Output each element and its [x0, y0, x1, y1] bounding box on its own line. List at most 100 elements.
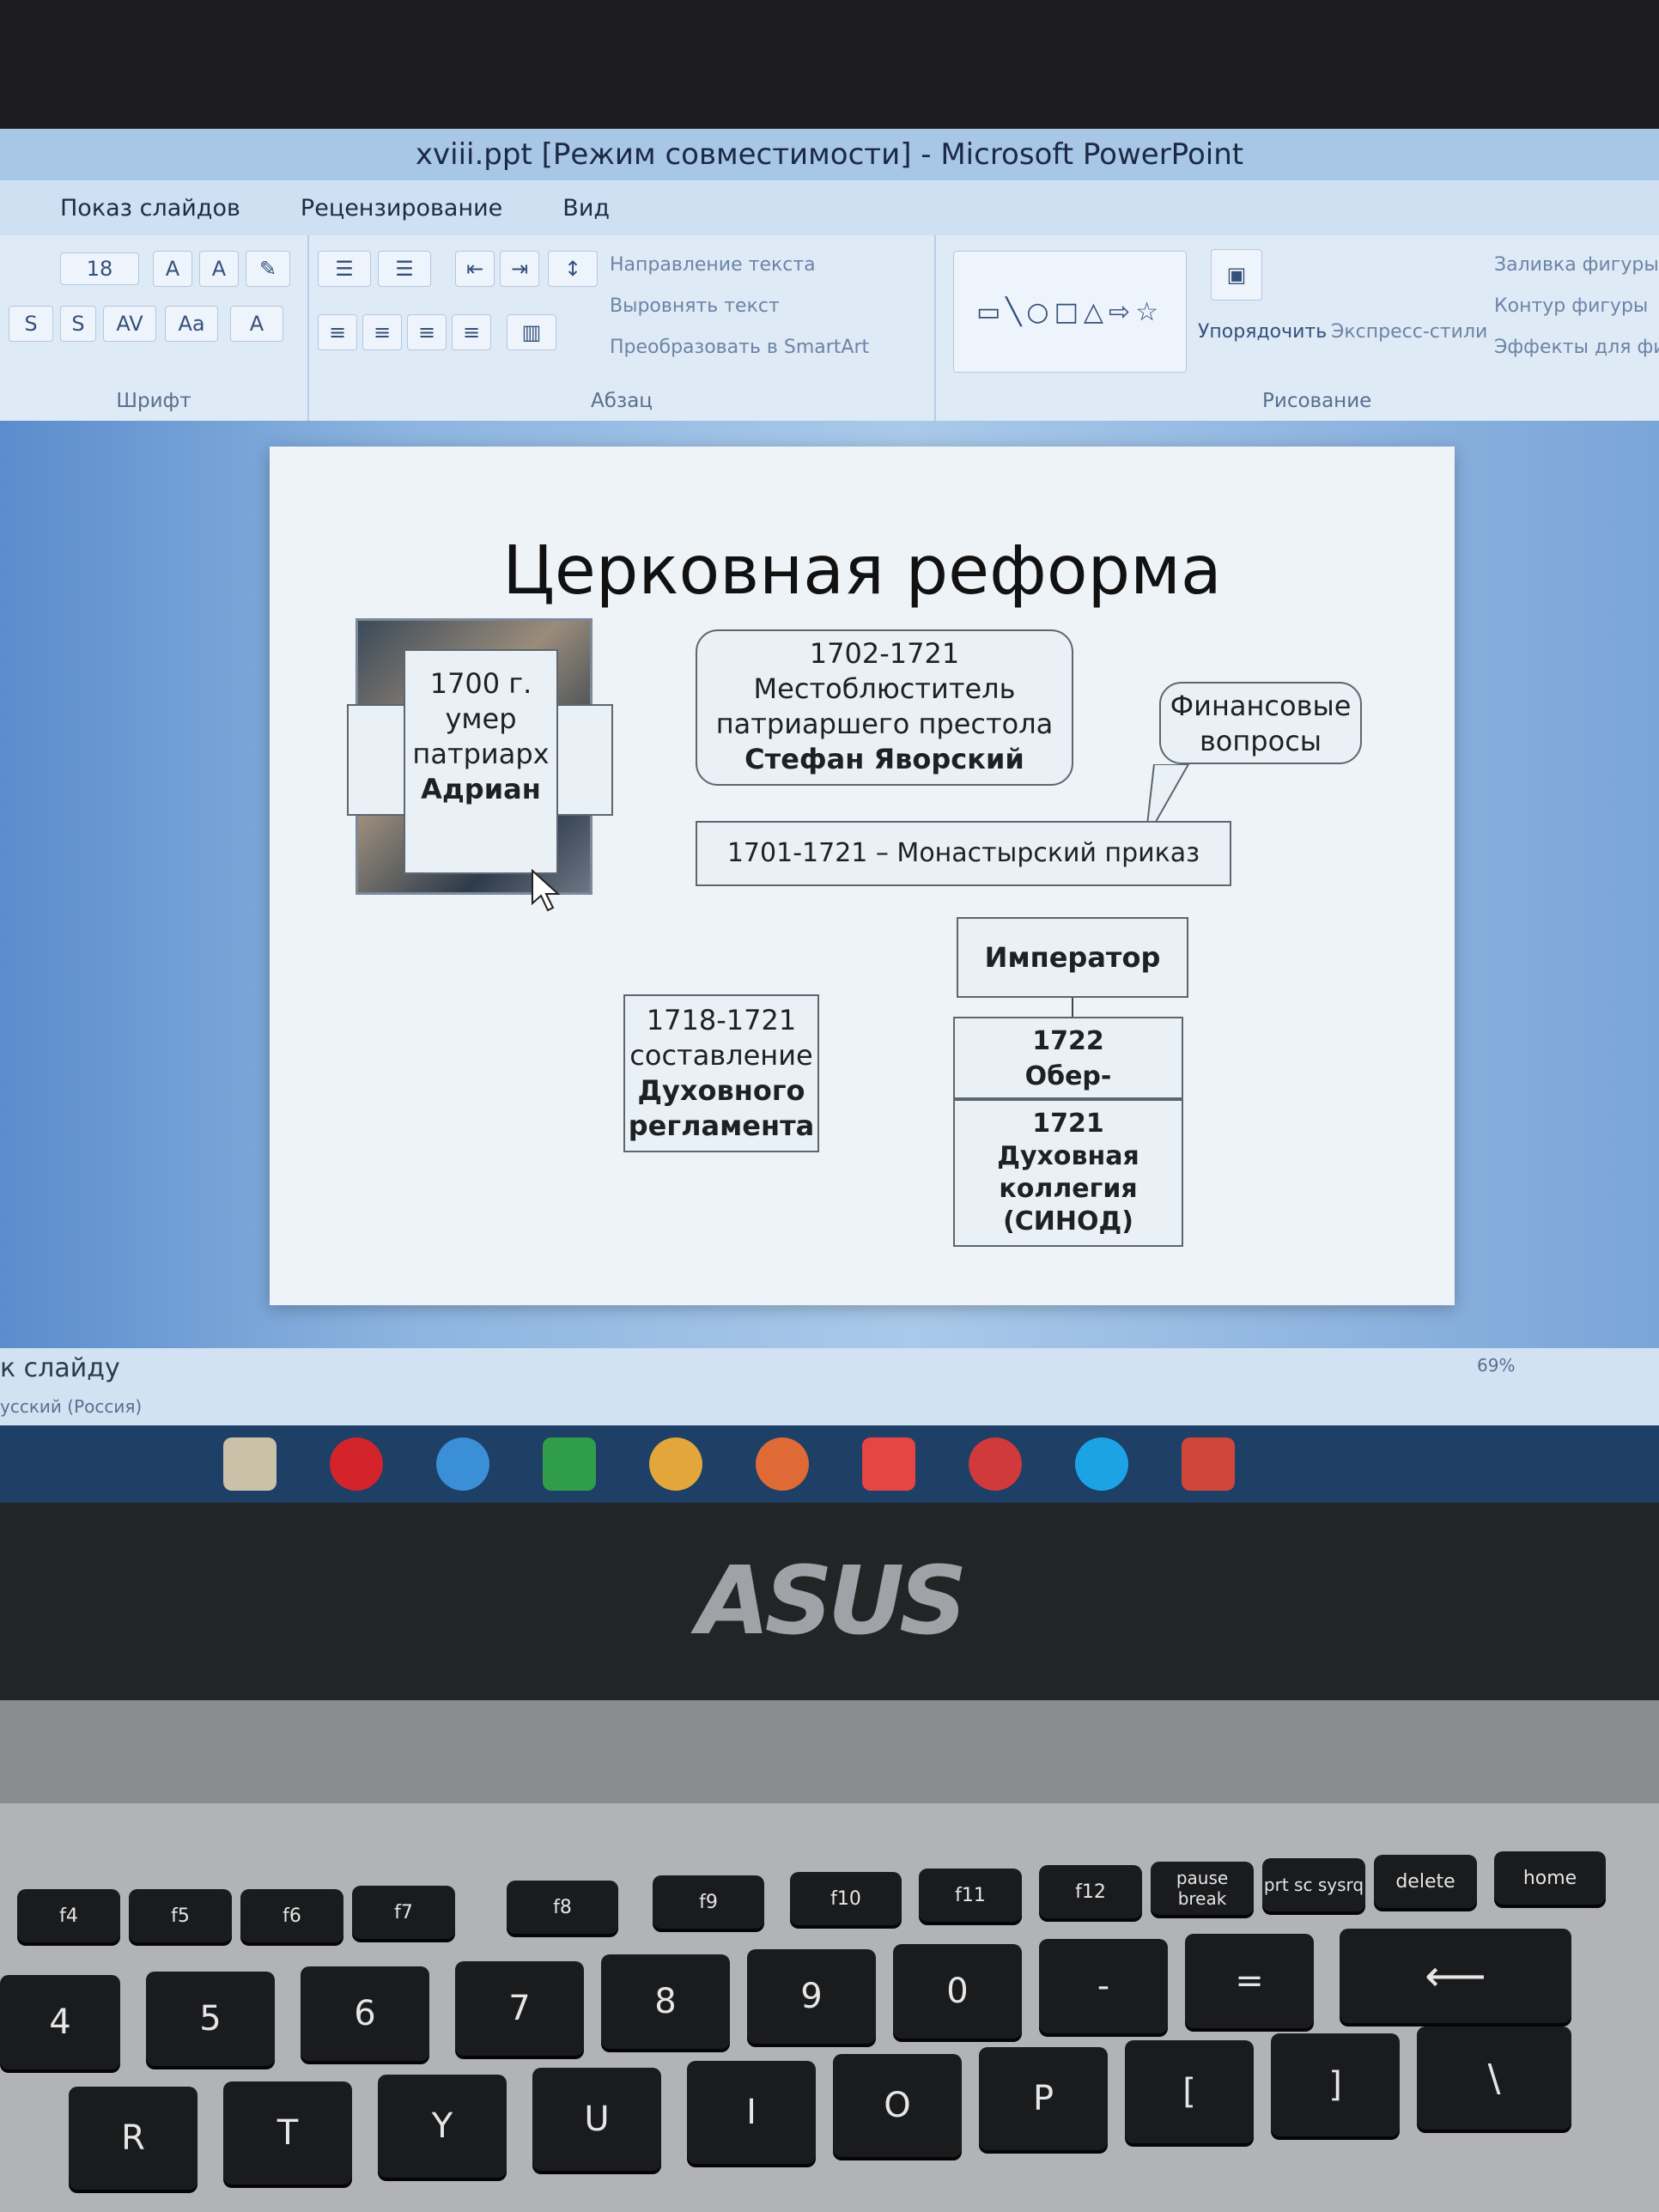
- text-direction-button[interactable]: Направление текста: [610, 254, 816, 276]
- align-right-icon[interactable]: ≡: [407, 314, 447, 350]
- shape-effects-button[interactable]: Эффекты для фигуры: [1494, 337, 1659, 358]
- key-equals[interactable]: =: [1185, 1934, 1314, 2028]
- key-6[interactable]: 6: [301, 1966, 429, 2061]
- key-prtsc[interactable]: prt sc sysrq: [1262, 1858, 1365, 1911]
- shape-outline-button[interactable]: Контур фигуры: [1494, 295, 1648, 317]
- line-spacing-icon[interactable]: ↕: [548, 251, 598, 287]
- key-f8[interactable]: f8: [507, 1881, 618, 1934]
- font-size-select[interactable]: 18: [60, 252, 139, 285]
- adrian-line-4: Адриан: [421, 773, 541, 805]
- key-f10[interactable]: f10: [790, 1872, 902, 1925]
- decrease-indent-icon[interactable]: ⇤: [455, 251, 495, 287]
- key-7[interactable]: 7: [455, 1961, 584, 2056]
- grow-font-button[interactable]: A: [153, 251, 192, 287]
- key-r[interactable]: R: [69, 2087, 198, 2190]
- justify-icon[interactable]: ≡: [452, 314, 491, 350]
- arrange-button[interactable]: Упорядочить: [1198, 321, 1327, 343]
- key-y[interactable]: Y: [378, 2075, 507, 2178]
- file-explorer-icon[interactable]: [223, 1437, 276, 1491]
- key-p[interactable]: P: [979, 2047, 1108, 2150]
- adrian-box[interactable]: 1700 г. умер патриарх Адриан: [404, 649, 558, 874]
- key-i[interactable]: I: [687, 2061, 816, 2164]
- key-0[interactable]: 0: [893, 1944, 1022, 2039]
- quick-styles-button[interactable]: Экспресс-стили: [1331, 321, 1487, 343]
- reglament-line-4: регламента: [628, 1109, 815, 1142]
- emperor-box[interactable]: Император: [957, 917, 1188, 998]
- menu-bar: Показ слайдов Рецензирование Вид: [0, 180, 1659, 235]
- key-f5[interactable]: f5: [129, 1889, 232, 1942]
- reglament-box[interactable]: 1718-1721 составление Духовного регламен…: [623, 994, 819, 1152]
- yavorsky-box[interactable]: 1702-1721 Местоблюститель патриаршего пр…: [696, 629, 1073, 786]
- window-title: xviii.ppt [Режим совместимости] - Micros…: [0, 129, 1659, 180]
- char-spacing-button[interactable]: AV: [103, 306, 156, 342]
- key-bracket-left[interactable]: [: [1125, 2040, 1254, 2143]
- finance-callout[interactable]: Финансовые вопросы: [1159, 682, 1362, 764]
- increase-indent-icon[interactable]: ⇥: [500, 251, 539, 287]
- align-text-button[interactable]: Выровнять текст: [610, 295, 780, 317]
- key-f7[interactable]: f7: [352, 1886, 455, 1939]
- key-backspace[interactable]: ⟵: [1340, 1929, 1571, 2023]
- key-8[interactable]: 8: [601, 1954, 730, 2049]
- key-bracket-right[interactable]: ]: [1271, 2033, 1400, 2136]
- hinge: [0, 1700, 1659, 1803]
- key-5[interactable]: 5: [146, 1972, 275, 2066]
- yandex-browser-icon[interactable]: [969, 1437, 1022, 1491]
- bullets-icon[interactable]: ☰: [318, 251, 371, 287]
- mouse-cursor-icon: [532, 869, 561, 912]
- yavorsky-line-2: Местоблюститель: [753, 672, 1016, 705]
- change-case-button[interactable]: Aa: [165, 306, 218, 342]
- font-color-button[interactable]: A: [230, 306, 283, 342]
- strikethrough-button[interactable]: S: [9, 306, 53, 342]
- key-home[interactable]: home: [1494, 1851, 1606, 1905]
- edge-icon[interactable]: [436, 1437, 489, 1491]
- key-4[interactable]: 4: [0, 1975, 120, 2069]
- menu-view[interactable]: Вид: [562, 195, 610, 222]
- shape-fill-button[interactable]: Заливка фигуры: [1494, 254, 1659, 276]
- synod-line-2: Духовная: [997, 1141, 1139, 1171]
- chrome-icon[interactable]: [649, 1437, 702, 1491]
- yavorsky-line-1: 1702-1721: [809, 637, 960, 670]
- menu-review[interactable]: Рецензирование: [301, 195, 502, 222]
- key-minus[interactable]: -: [1039, 1939, 1168, 2033]
- menu-slideshow[interactable]: Показ слайдов: [60, 195, 240, 222]
- opera-icon[interactable]: [330, 1437, 383, 1491]
- key-pause-break[interactable]: pause break: [1151, 1862, 1254, 1915]
- monastery-box[interactable]: 1701-1721 – Монастырский приказ: [696, 821, 1231, 886]
- clear-format-icon[interactable]: ✎: [246, 251, 290, 287]
- oberprokuror-box[interactable]: 1722 Обер-прокурор: [953, 1017, 1183, 1127]
- media-player-icon[interactable]: [756, 1437, 809, 1491]
- keyboard-deck: f4 f5 f6 f7 f8 f9 f10 f11 f12 pause brea…: [0, 1803, 1659, 2212]
- key-9[interactable]: 9: [747, 1949, 876, 2044]
- key-f4[interactable]: f4: [17, 1889, 120, 1942]
- slide-title[interactable]: Церковная реформа: [270, 532, 1455, 610]
- arrange-icon[interactable]: ▣: [1211, 249, 1262, 301]
- synod-line-3: коллегия: [999, 1174, 1138, 1204]
- store-icon[interactable]: [543, 1437, 596, 1491]
- key-f12[interactable]: f12: [1039, 1865, 1142, 1918]
- paragraph-group-label: Абзац: [591, 390, 653, 412]
- key-backslash[interactable]: \: [1417, 2027, 1571, 2130]
- powerpoint-icon[interactable]: [1182, 1437, 1235, 1491]
- skype-icon[interactable]: [1075, 1437, 1128, 1491]
- key-f6[interactable]: f6: [240, 1889, 343, 1942]
- shadow-button[interactable]: S: [60, 306, 96, 342]
- language-indicator: усский (Россия): [0, 1396, 143, 1417]
- synod-box[interactable]: 1721 Духовная коллегия (СИНОД): [953, 1099, 1183, 1247]
- numbering-icon[interactable]: ☰: [378, 251, 431, 287]
- slide[interactable]: Церковная реформа 1700 г. умер патриарх …: [270, 447, 1455, 1305]
- key-t[interactable]: T: [223, 2081, 352, 2185]
- align-left-icon[interactable]: ≡: [318, 314, 357, 350]
- shapes-gallery[interactable]: ▭╲○□△⇨☆: [953, 251, 1187, 373]
- columns-icon[interactable]: ▥: [507, 314, 556, 350]
- convert-smartart-button[interactable]: Преобразовать в SmartArt: [610, 337, 869, 358]
- zoom-level[interactable]: 69%: [1477, 1355, 1515, 1376]
- align-center-icon[interactable]: ≡: [362, 314, 402, 350]
- yandex-icon[interactable]: [862, 1437, 915, 1491]
- key-delete[interactable]: delete: [1374, 1855, 1477, 1908]
- key-f9[interactable]: f9: [653, 1875, 764, 1929]
- key-o[interactable]: O: [833, 2054, 962, 2157]
- key-f11[interactable]: f11: [919, 1869, 1022, 1922]
- notes-hint[interactable]: к слайду: [0, 1353, 120, 1383]
- key-u[interactable]: U: [532, 2068, 661, 2171]
- shrink-font-button[interactable]: A: [199, 251, 239, 287]
